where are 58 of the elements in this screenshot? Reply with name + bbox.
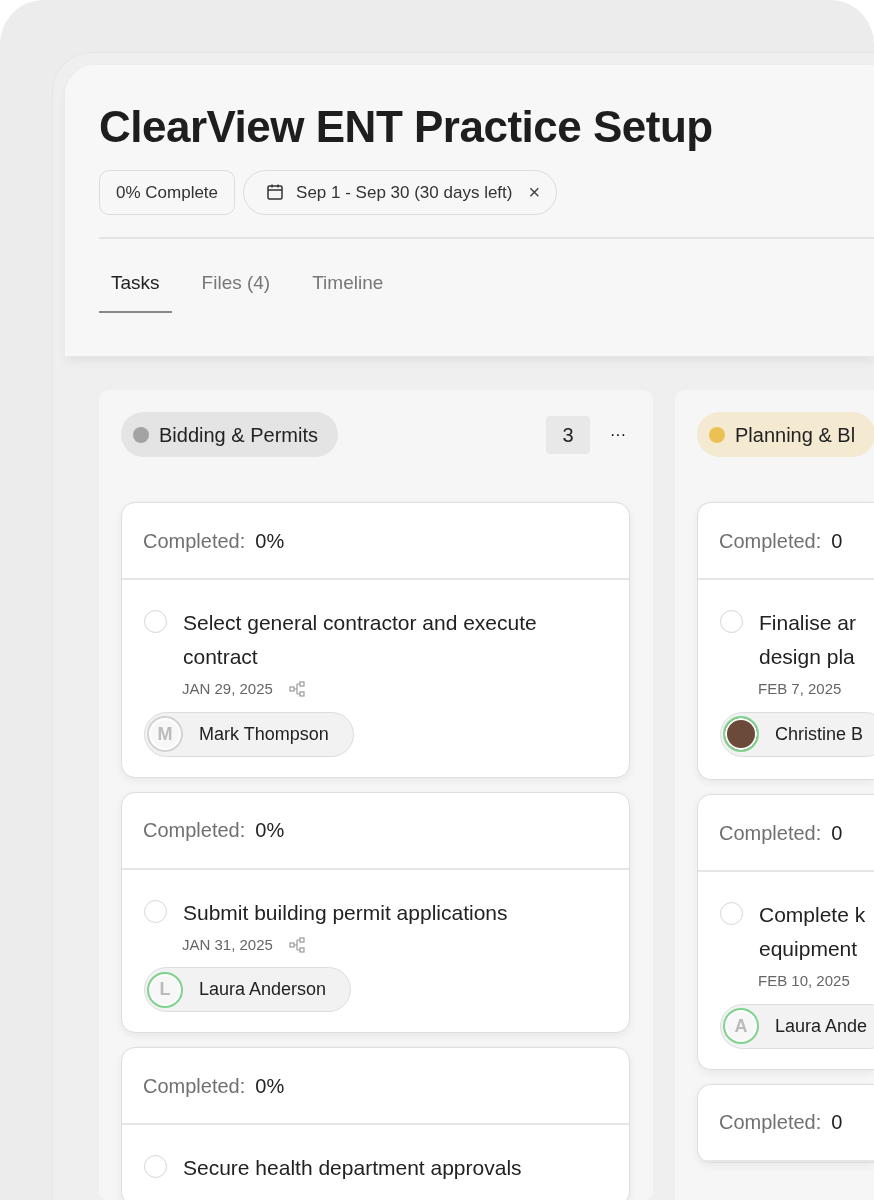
assignee-name: Laura Anderson — [199, 978, 327, 1001]
calendar-icon — [266, 183, 285, 202]
avatar: L — [147, 971, 183, 1008]
assignee-name: Mark Thompson — [199, 722, 329, 746]
column-name: Bidding & Permits — [159, 422, 318, 448]
completed-label: Completed: — [143, 818, 246, 843]
assignee-chip[interactable]: Christine B — [720, 711, 874, 757]
task-checkbox[interactable] — [144, 610, 167, 633]
tab[interactable]: Timeline — [300, 254, 396, 314]
completed-value: 0% — [255, 818, 285, 843]
due-date: FEB 10, 2025 — [758, 971, 850, 991]
assignee-chip[interactable]: M Mark Thompson — [144, 711, 354, 757]
due-date: FEB 7, 2025 — [758, 679, 842, 699]
completed-value: 0 — [831, 820, 843, 846]
completed-label: Completed: — [719, 528, 822, 554]
task-count: 3 — [546, 415, 590, 454]
assignee-name: Christine B — [775, 722, 864, 746]
assignee-chip[interactable]: L Laura Anderson — [144, 967, 352, 1012]
task-title: Submit building permit applications — [183, 899, 508, 926]
subtask-icon — [288, 936, 305, 953]
avatar: M — [147, 716, 183, 752]
progress-chip: 0% Complete — [99, 169, 236, 215]
task-card[interactable]: Completed: 0 Complete k equipment FEB 10, 2025 A Laura Ande — [697, 794, 874, 1070]
completed-value: 0 — [831, 528, 843, 554]
completed-label: Completed: — [719, 1110, 822, 1135]
more-button[interactable]: ··· — [606, 422, 630, 447]
task-card[interactable]: Completed: 0% Secure health department approvals — [121, 1047, 630, 1200]
task-checkbox[interactable] — [144, 1155, 167, 1178]
assignee-chip[interactable]: A Laura Ande — [720, 1003, 874, 1049]
task-card[interactable]: Completed: 0 Finalise ar design pla FEB 7, 2025 Christine B — [697, 502, 874, 780]
task-checkbox[interactable] — [720, 902, 743, 925]
date-range-text: Sep 1 - Sep 30 (30 days left) — [296, 181, 513, 204]
task-checkbox[interactable] — [144, 899, 167, 923]
task-title: Finalise ar design pla — [759, 610, 856, 670]
task-card[interactable]: Completed: 0% Select general contractor and execute contract JAN 29, 2025 M Mark Thompson — [121, 502, 630, 778]
avatar: A — [723, 1008, 759, 1044]
completed-value: 0 — [831, 1110, 843, 1135]
subtask-icon — [288, 681, 305, 698]
task-title: Complete k equipment — [759, 902, 866, 962]
task-card[interactable]: Completed: 0% Submit building permit applications JAN 31, 2025 L Laura Anderson — [121, 791, 630, 1033]
completed-value: 0% — [255, 1073, 285, 1099]
date-range-chip[interactable]: Sep 1 - Sep 30 (30 days left) × — [243, 169, 558, 215]
tab[interactable]: Files (4) — [189, 254, 283, 314]
due-date: JAN 29, 2025 — [182, 679, 273, 699]
task-title: Secure health department approvals — [183, 1155, 522, 1181]
assignee-name: Laura Ande — [775, 1014, 868, 1038]
completed-label: Completed: — [719, 820, 822, 846]
due-date: JAN 31, 2025 — [182, 934, 273, 955]
task-checkbox[interactable] — [720, 610, 743, 633]
completed-label: Completed: — [143, 1073, 246, 1099]
project-title: ClearView ENT Practice Setup — [99, 101, 714, 153]
task-title: Select general contractor and execute contract — [183, 610, 538, 670]
tab[interactable]: Tasks — [99, 254, 172, 314]
completed-label: Completed: — [143, 528, 246, 554]
task-card[interactable]: Completed: 0 — [697, 1083, 874, 1163]
close-button[interactable]: × — [524, 182, 541, 203]
column-name: Planning & Bl — [735, 422, 856, 448]
completed-value: 0% — [255, 528, 285, 554]
